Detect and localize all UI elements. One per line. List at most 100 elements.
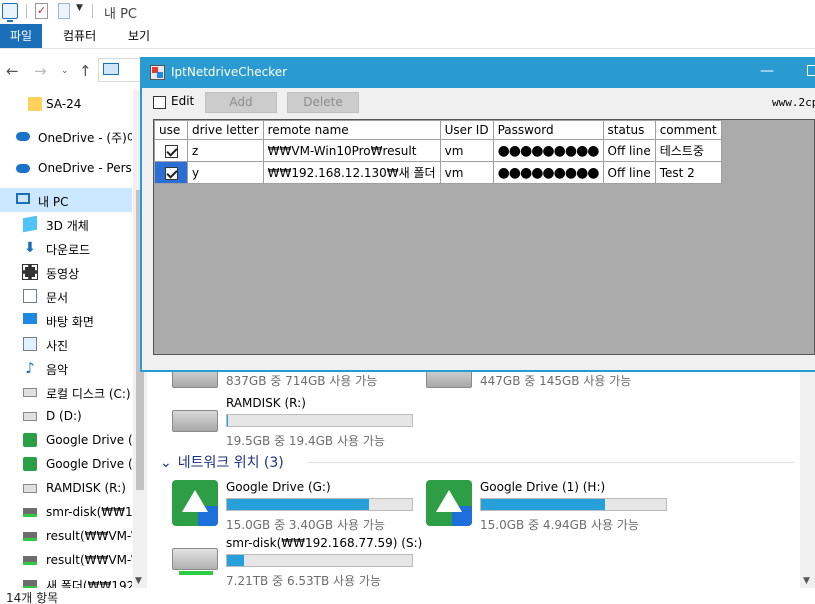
drive-letter-cell[interactable]: z: [187, 139, 264, 162]
add-button[interactable]: Add: [205, 92, 277, 113]
tab-computer[interactable]: 컴퓨터: [55, 24, 104, 48]
usage-bar: [480, 498, 667, 511]
edit-checkbox[interactable]: [153, 96, 166, 109]
drive-google-drive-h[interactable]: Google Drive (1) (H:) 15.0GB 중 4.94GB 사용…: [426, 480, 671, 532]
quick-access-separator: [92, 4, 93, 18]
column-header-status[interactable]: status: [602, 120, 656, 140]
up-arrow-icon[interactable]: ↑: [79, 62, 92, 80]
column-header-use[interactable]: use: [154, 120, 188, 140]
network-locations-header[interactable]: ⌄ 네트워크 위치 (3): [160, 452, 284, 472]
nav-item-music[interactable]: ♪ 음악: [0, 356, 132, 380]
nav-item-label: 바탕 화면: [46, 315, 94, 329]
onedrive-icon: [16, 132, 30, 141]
comment-cell[interactable]: Test 2: [654, 161, 722, 184]
column-header-comment[interactable]: comment: [654, 120, 722, 140]
comment-cell[interactable]: 테스트중: [654, 139, 722, 162]
nav-item-videos[interactable]: 동영상: [0, 260, 132, 284]
window-title: 내 PC: [104, 7, 138, 22]
column-header-remote-name[interactable]: remote name: [262, 120, 441, 140]
table-row[interactable]: z ₩₩VM-Win10Pro₩result vm ●●●●●●●●● Off …: [154, 139, 722, 162]
column-header-password[interactable]: Password: [492, 120, 604, 140]
network-drive-icon: [172, 548, 218, 575]
use-checkbox[interactable]: [164, 166, 178, 180]
pc-icon: [2, 3, 18, 22]
website-label: www.2cp: [772, 96, 815, 109]
3d-objects-icon: [23, 215, 37, 233]
nav-item-label: 동영상: [46, 267, 80, 281]
nav-item-sa-24[interactable]: SA-24: [0, 92, 132, 116]
drive-letter-cell[interactable]: y: [187, 161, 264, 184]
nav-item-ramdisk[interactable]: RAMDISK (R:): [0, 476, 132, 500]
customize-toolbar-icon[interactable]: ▼: [76, 3, 83, 19]
dialog-title: IptNetdriveChecker: [171, 65, 288, 79]
network-drive-icon: [23, 556, 37, 565]
nav-item-downloads[interactable]: ⬇ 다운로드: [0, 236, 132, 260]
status-cell: Off line: [602, 139, 656, 162]
nav-item-google-drive-g[interactable]: Google Drive (G: [0, 428, 132, 452]
use-cell[interactable]: [154, 161, 188, 184]
navigation-pane: SA-24 OneDrive - (주)이 OneDrive - Perso 내…: [0, 90, 147, 588]
drive-grid[interactable]: use drive letter remote name User ID Pas…: [153, 119, 815, 355]
nav-item-onedrive-personal[interactable]: OneDrive - Perso: [0, 156, 132, 180]
properties-icon[interactable]: ✓: [35, 3, 48, 19]
nav-item-result-1[interactable]: result(₩₩VM-W: [0, 524, 132, 548]
delete-button[interactable]: Delete: [287, 92, 359, 113]
column-header-drive-letter[interactable]: drive letter: [187, 120, 264, 140]
nav-item-google-drive-h[interactable]: Google Drive (1): [0, 452, 132, 476]
column-header-user-id[interactable]: User ID: [439, 120, 494, 140]
nav-item-new-folder[interactable]: 새 폴더(₩₩192.: [0, 572, 132, 588]
nav-item-onedrive-company[interactable]: OneDrive - (주)이: [0, 124, 132, 148]
usage-bar-fill: [227, 499, 370, 510]
nav-item-this-pc[interactable]: 내 PC: [0, 188, 132, 212]
back-arrow-icon[interactable]: ←: [6, 62, 19, 80]
ribbon-tabs: 파일 컴퓨터 보기: [0, 24, 815, 49]
usage-bar: [226, 554, 413, 567]
remote-name-cell[interactable]: ₩₩VM-Win10Pro₩result: [262, 139, 441, 162]
drive-icon: [23, 484, 37, 493]
nav-item-result-2[interactable]: result(₩₩VM-W: [0, 548, 132, 572]
nav-item-pictures[interactable]: 사진: [0, 332, 132, 356]
tab-view[interactable]: 보기: [120, 24, 158, 48]
scroll-down-arrow-icon[interactable]: ▼: [803, 576, 810, 586]
nav-item-label: 사진: [46, 339, 69, 353]
network-drive-icon: [23, 508, 37, 517]
picture-icon: [23, 337, 37, 351]
minimize-icon[interactable]: —: [760, 63, 774, 79]
remote-name-cell[interactable]: ₩₩192.168.12.130₩새 폴더: [262, 161, 441, 184]
password-cell[interactable]: ●●●●●●●●●: [492, 161, 604, 184]
nav-item-label: 3D 개체: [46, 219, 89, 233]
nav-item-label: D (D:): [46, 409, 82, 423]
usage-bar: [226, 414, 413, 427]
nav-item-local-disk-c[interactable]: 로컬 디스크 (C:): [0, 380, 132, 404]
explorer-title-bar: ✓ ▼ 내 PC: [0, 0, 815, 24]
dialog-title-bar[interactable]: IptNetdriveChecker —: [140, 57, 815, 88]
use-checkbox[interactable]: [164, 144, 178, 158]
nav-item-smr-disk[interactable]: smr-disk(₩₩192: [0, 500, 132, 524]
drive-icon: [23, 388, 37, 397]
scroll-down-arrow-icon[interactable]: ▼: [135, 576, 142, 586]
forward-arrow-icon[interactable]: →: [34, 62, 47, 80]
google-drive-icon: [23, 457, 37, 471]
drive-ramdisk[interactable]: RAMDISK (R:) 19.5GB 중 19.4GB 사용 가능: [172, 396, 417, 448]
drive-google-drive-g[interactable]: Google Drive (G:) 15.0GB 중 3.40GB 사용 가능: [172, 480, 417, 532]
edit-label[interactable]: Edit: [171, 94, 194, 108]
nav-item-drive-d[interactable]: D (D:): [0, 404, 132, 428]
nav-item-documents[interactable]: 문서: [0, 284, 132, 308]
nav-item-3d-objects[interactable]: 3D 개체: [0, 212, 132, 236]
maximize-icon[interactable]: [807, 65, 815, 76]
recent-locations-icon[interactable]: ⌄: [61, 66, 69, 76]
drive-smr-disk[interactable]: smr-disk(₩₩192.168.77.59) (S:) 7.21TB 중 …: [172, 536, 422, 588]
tab-file[interactable]: 파일: [0, 24, 42, 48]
table-row[interactable]: y ₩₩192.168.12.130₩새 폴더 vm ●●●●●●●●● Off…: [154, 161, 722, 184]
nav-item-desktop[interactable]: 바탕 화면: [0, 308, 132, 332]
drive-name: RAMDISK (R:): [226, 396, 306, 410]
user-id-cell[interactable]: vm: [439, 139, 494, 162]
use-cell[interactable]: [154, 139, 188, 162]
user-id-cell[interactable]: vm: [439, 161, 494, 184]
password-cell[interactable]: ●●●●●●●●●: [492, 139, 604, 162]
video-icon: [22, 264, 38, 280]
new-folder-icon[interactable]: [58, 3, 70, 19]
drive-name: smr-disk(₩₩192.168.77.59) (S:): [226, 536, 423, 550]
quick-access-separator: [26, 4, 27, 18]
nav-item-label: 새 폴더(₩₩192.: [46, 579, 132, 588]
